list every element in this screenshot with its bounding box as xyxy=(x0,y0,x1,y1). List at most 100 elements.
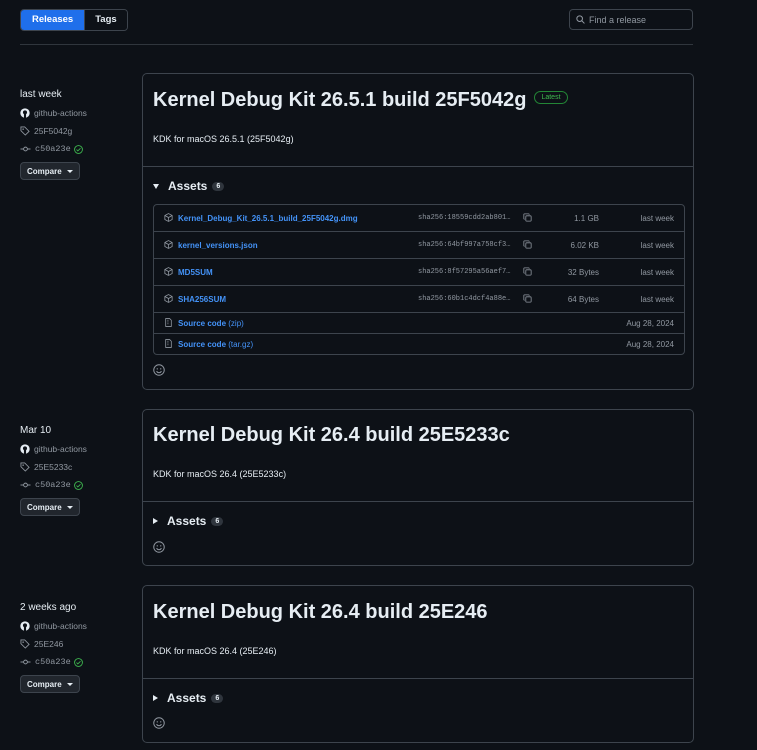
triangle-right-icon xyxy=(153,518,158,524)
copy-icon[interactable] xyxy=(523,213,532,222)
assets-toggle[interactable]: Assets 6 xyxy=(153,691,224,705)
compare-button[interactable]: Compare xyxy=(20,162,80,180)
compare-label: Compare xyxy=(27,502,62,512)
card-divider xyxy=(143,166,693,167)
archive-format: (tar.gz) xyxy=(228,339,254,349)
release-tag[interactable]: 25F5042g xyxy=(20,124,130,138)
asset-date: last week xyxy=(640,240,674,250)
tag-icon xyxy=(20,639,30,649)
asset-date: last week xyxy=(640,294,674,304)
package-icon xyxy=(164,213,173,222)
release-author[interactable]: github-actions xyxy=(20,442,130,456)
release-meta: Mar 10 github-actions 25E5233c c50a23e C… xyxy=(20,424,130,516)
find-release-search[interactable] xyxy=(569,9,693,30)
add-reaction-icon[interactable] xyxy=(153,364,165,376)
release-date[interactable]: last week xyxy=(20,88,130,102)
asset-size: 1.1 GB xyxy=(574,213,599,223)
asset-sha: sha256:64bf997a758cf3… xyxy=(418,241,511,249)
search-input[interactable] xyxy=(589,14,679,25)
asset-row: SHA256SUM sha256:60b1c4dcf4a88e… 64 Byte… xyxy=(154,285,684,312)
asset-row: MD5SUM sha256:8f57295a56aef7… 32 Bytes l… xyxy=(154,258,684,285)
source-code-zip-link[interactable]: Source code (zip) xyxy=(178,319,244,328)
commit-icon xyxy=(20,146,31,152)
release-author[interactable]: github-actions xyxy=(20,106,130,120)
release-card: Kernel Debug Kit 26.4 build 25E5233c KDK… xyxy=(142,409,694,566)
release-date[interactable]: Mar 10 xyxy=(20,424,130,438)
tab-tags[interactable]: Tags xyxy=(84,10,127,30)
source-code-label: Source code xyxy=(178,339,227,349)
github-icon xyxy=(20,444,30,454)
asset-date: last week xyxy=(640,267,674,277)
release-title-link[interactable]: Kernel Debug Kit 26.5.1 build 25F5042g xyxy=(153,89,526,111)
release-title: Kernel Debug Kit 26.4 build 25E246 xyxy=(153,601,488,624)
asset-size: 64 Bytes xyxy=(567,294,599,304)
caret-down-icon xyxy=(66,682,73,686)
tab-releases[interactable]: Releases xyxy=(21,10,85,30)
file-zip-icon xyxy=(165,318,172,327)
compare-button[interactable]: Compare xyxy=(20,675,80,693)
release-meta: last week github-actions 25F5042g c50a23… xyxy=(20,88,130,180)
release-description: KDK for macOS 26.4 (25E246) xyxy=(153,646,277,656)
release-description: KDK for macOS 26.5.1 (25F5042g) xyxy=(153,134,294,144)
release-commit[interactable]: c50a23e xyxy=(20,478,130,492)
asset-date: Aug 28, 2024 xyxy=(626,318,674,328)
asset-link[interactable]: Kernel_Debug_Kit_26.5.1_build_25F5042g.d… xyxy=(178,214,358,223)
release-author[interactable]: github-actions xyxy=(20,619,130,633)
asset-date: Aug 28, 2024 xyxy=(626,339,674,349)
copy-icon[interactable] xyxy=(523,294,532,303)
assets-label: Assets xyxy=(168,179,208,193)
caret-down-icon xyxy=(66,505,73,509)
release-title: Kernel Debug Kit 26.5.1 build 25F5042g La… xyxy=(153,89,568,112)
add-reaction-icon[interactable] xyxy=(153,541,165,553)
triangle-down-icon xyxy=(153,183,159,189)
assets-count: 6 xyxy=(212,181,225,191)
asset-link[interactable]: kernel_versions.json xyxy=(178,241,258,250)
asset-row: kernel_versions.json sha256:64bf997a758c… xyxy=(154,231,684,258)
caret-down-icon xyxy=(66,169,73,173)
release-title-link[interactable]: Kernel Debug Kit 26.4 build 25E5233c xyxy=(153,424,510,446)
assets-toggle[interactable]: Assets 6 xyxy=(153,179,225,193)
latest-badge: Latest xyxy=(534,91,568,105)
file-zip-icon xyxy=(165,339,172,348)
assets-toggle[interactable]: Assets 6 xyxy=(153,514,224,528)
release-title: Kernel Debug Kit 26.4 build 25E5233c xyxy=(153,424,510,447)
release-commit[interactable]: c50a23e xyxy=(20,655,130,669)
add-reaction-icon[interactable] xyxy=(153,717,165,729)
asset-link[interactable]: SHA256SUM xyxy=(178,295,226,304)
copy-icon[interactable] xyxy=(523,267,532,276)
verified-check-icon xyxy=(73,144,83,154)
assets-list: Kernel_Debug_Kit_26.5.1_build_25F5042g.d… xyxy=(153,204,685,355)
commit-sha: c50a23e xyxy=(35,657,71,667)
copy-icon[interactable] xyxy=(523,240,532,249)
release-card: Kernel Debug Kit 26.5.1 build 25F5042g La… xyxy=(142,73,694,390)
release-commit[interactable]: c50a23e xyxy=(20,142,130,156)
release-tag[interactable]: 25E246 xyxy=(20,637,130,651)
author-name: github-actions xyxy=(34,108,87,118)
package-icon xyxy=(164,267,173,276)
assets-count: 6 xyxy=(211,516,224,526)
release-tag[interactable]: 25E5233c xyxy=(20,460,130,474)
asset-row: Kernel_Debug_Kit_26.5.1_build_25F5042g.d… xyxy=(154,205,684,231)
compare-button[interactable]: Compare xyxy=(20,498,80,516)
release-date[interactable]: 2 weeks ago xyxy=(20,601,130,615)
tag-name: 25F5042g xyxy=(34,126,73,136)
tag-icon xyxy=(20,126,30,136)
search-icon xyxy=(576,15,585,24)
commit-icon xyxy=(20,482,31,488)
archive-format: (zip) xyxy=(228,318,244,328)
card-divider xyxy=(143,678,693,679)
source-code-targz-link[interactable]: Source code (tar.gz) xyxy=(178,340,253,349)
tag-icon xyxy=(20,462,30,472)
asset-date: last week xyxy=(640,213,674,223)
asset-link[interactable]: MD5SUM xyxy=(178,268,213,277)
author-name: github-actions xyxy=(34,444,87,454)
verified-check-icon xyxy=(73,480,83,490)
header-divider xyxy=(20,44,693,45)
triangle-right-icon xyxy=(153,695,158,701)
release-description: KDK for macOS 26.4 (25E5233c) xyxy=(153,469,287,479)
releases-toolbar: Releases Tags xyxy=(20,9,693,31)
github-icon xyxy=(20,108,30,118)
release-title-link[interactable]: Kernel Debug Kit 26.4 build 25E246 xyxy=(153,601,488,623)
asset-size: 32 Bytes xyxy=(567,267,599,277)
compare-label: Compare xyxy=(27,679,62,689)
